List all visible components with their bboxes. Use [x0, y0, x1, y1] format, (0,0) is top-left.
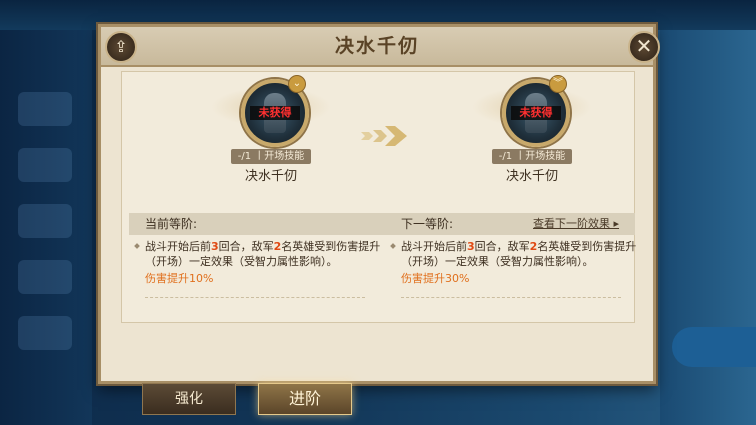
next-level-description: 战斗开始后前3回合，敌军2名英雄受到伤害提升（开场）一定效果（受智力属性影响）。… [401, 239, 637, 286]
skill-name: 决水千仞 [244, 169, 297, 184]
current-level-description: 战斗开始后前3回合，敌军2名英雄受到伤害提升（开场）一定效果（受智力属性影响）。… [145, 239, 381, 286]
left-menu-item [18, 148, 72, 182]
current-skill[interactable]: 未获得 ⌄ -/1 丨开场技能 决水千仞 [206, 73, 336, 193]
share-icon[interactable]: ⇪ [105, 31, 137, 63]
level-header: 当前等阶: 下一等阶: 查看下一阶效果 ▸ [129, 213, 635, 235]
left-menu-item [18, 260, 72, 294]
current-level-label: 当前等阶: [145, 217, 198, 231]
desc-text: 回合，敌军 [218, 240, 274, 253]
tab-enhance[interactable]: 强化 [142, 383, 236, 415]
left-menu-item [18, 316, 72, 350]
next-level-label: 下一等阶: [401, 217, 454, 231]
status-label: 未获得 [511, 106, 561, 120]
view-next-effect-link[interactable]: 查看下一阶效果 ▸ [533, 213, 619, 235]
current-effect-value: 伤害提升10% [145, 272, 214, 285]
tab-advance[interactable]: 进阶 [258, 383, 352, 415]
divider [145, 297, 365, 298]
status-label: 未获得 [250, 106, 300, 120]
upgrade-arrow-icon [361, 126, 407, 146]
divider [401, 297, 621, 298]
desc-rounds: 3 [211, 240, 219, 253]
title-bar: 决水千仞 [101, 27, 653, 67]
skill-tag: -/1 丨开场技能 [492, 149, 572, 164]
left-menu-item [18, 204, 72, 238]
close-icon[interactable]: ✕ [628, 31, 660, 63]
skill-tag: -/1 丨开场技能 [231, 149, 311, 164]
right-action-button [672, 327, 756, 367]
desc-rounds: 3 [467, 240, 475, 253]
skill-detail-dialog: 决水千仞 ⇪ ✕ 未获得 ⌄ -/1 丨开场技能 决水千仞 未获得 ︾ -/1 … [98, 24, 660, 384]
double-chevron-icon: ︾ [549, 75, 567, 93]
desc-text: 回合，敌军 [474, 240, 530, 253]
left-menu-background [0, 30, 92, 425]
chevron-down-icon: ⌄ [288, 75, 306, 93]
skill-name: 决水千仞 [505, 169, 558, 184]
next-skill[interactable]: 未获得 ︾ -/1 丨开场技能 决水千仞 [467, 73, 597, 193]
desc-text: 战斗开始后前 [401, 240, 467, 253]
dialog-title: 决水千仞 [334, 35, 419, 57]
left-menu-item [18, 92, 72, 126]
desc-text: 战斗开始后前 [145, 240, 211, 253]
next-effect-value: 伤害提升30% [401, 272, 470, 285]
